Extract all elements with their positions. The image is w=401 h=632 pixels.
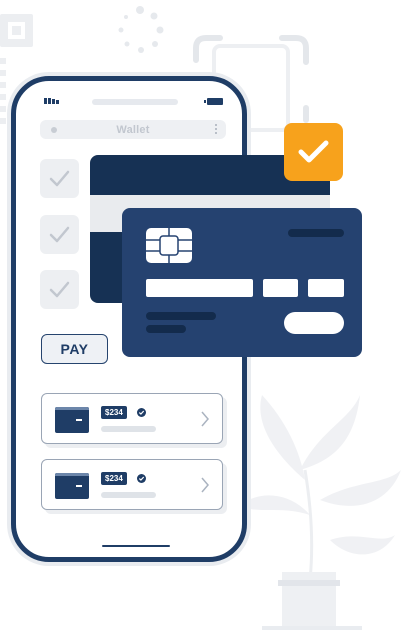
transaction-card[interactable]: $234 (41, 459, 223, 510)
card-expiry-line (146, 325, 186, 333)
speaker-notch (92, 99, 178, 105)
check-icon (49, 170, 70, 187)
credit-card-front (122, 208, 362, 357)
card-pill (284, 312, 344, 334)
pay-button[interactable]: PAY (41, 334, 108, 364)
more-icon[interactable] (215, 124, 217, 134)
wallet-icon (55, 473, 89, 499)
verified-icon (137, 408, 146, 417)
check-item[interactable] (40, 159, 79, 198)
wallet-header: Wallet (40, 120, 226, 139)
card-label-line (288, 229, 344, 237)
transaction-card[interactable]: $234 (41, 393, 223, 444)
card-number-block (308, 279, 344, 297)
chevron-right-icon[interactable] (200, 476, 210, 494)
card-number-block (263, 279, 298, 297)
verified-icon (137, 474, 146, 483)
placeholder-line (101, 492, 156, 498)
check-icon (49, 226, 70, 243)
wallet-title: Wallet (116, 123, 150, 136)
battery-icon (204, 98, 223, 105)
home-indicator (102, 545, 170, 547)
card-holder-line (146, 312, 216, 320)
chevron-right-icon[interactable] (200, 410, 210, 428)
signal-icon (44, 98, 59, 104)
check-item[interactable] (40, 270, 79, 309)
dot-icon (51, 127, 57, 133)
wallet-icon (55, 407, 89, 433)
placeholder-line (101, 426, 156, 432)
check-item[interactable] (40, 215, 79, 254)
checkmark-badge-icon (284, 123, 343, 181)
check-icon (49, 281, 70, 298)
transaction-amount: $234 (101, 472, 127, 485)
card-number-block (146, 279, 253, 297)
chip-icon (146, 228, 192, 263)
transaction-amount: $234 (101, 406, 127, 419)
